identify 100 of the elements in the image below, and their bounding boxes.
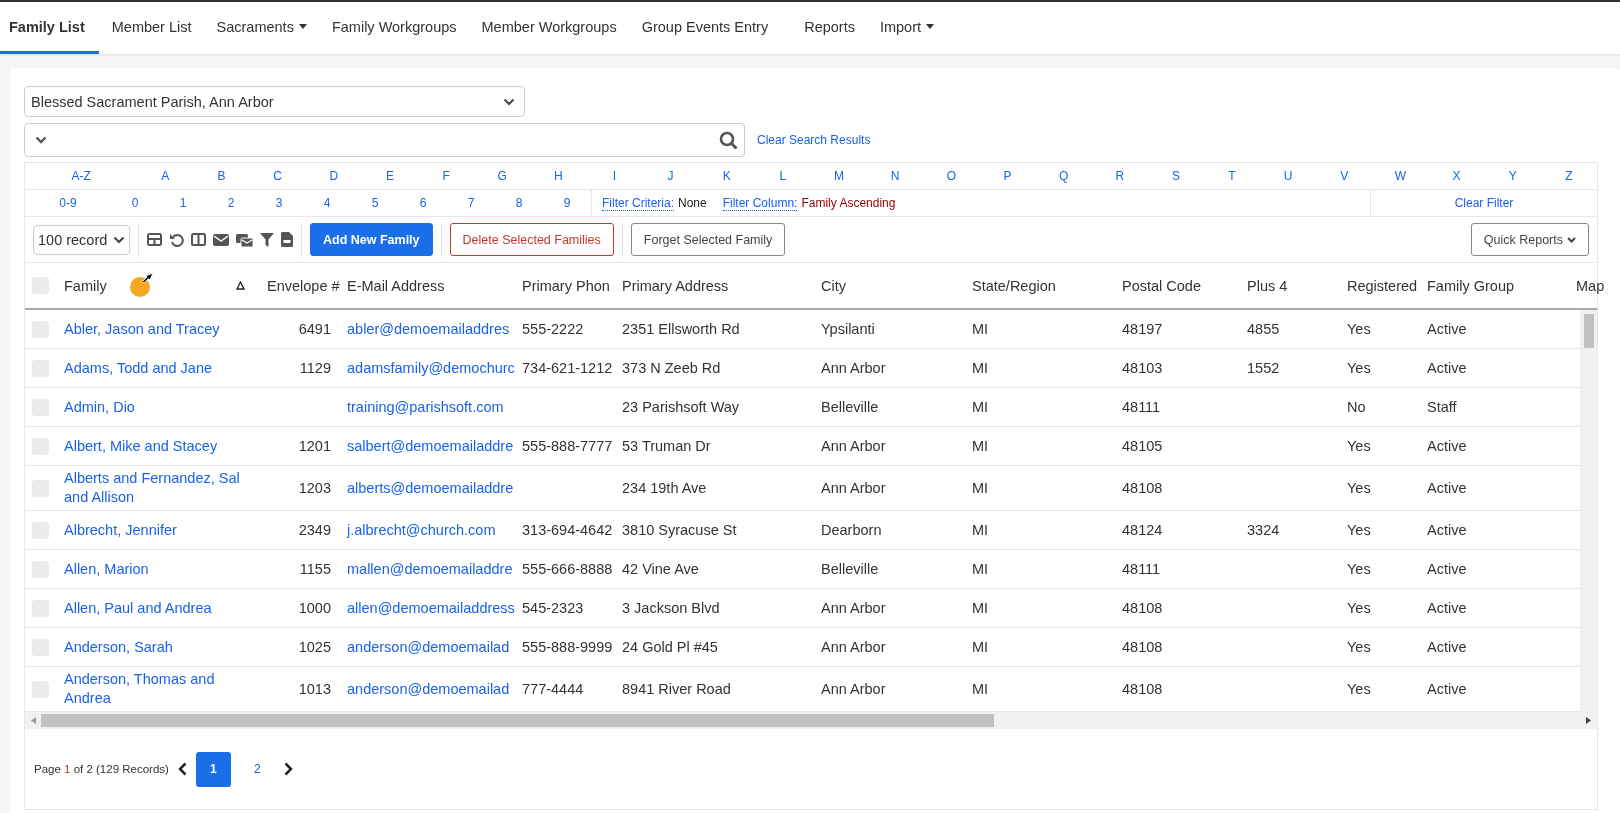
- file-icon[interactable]: [281, 232, 293, 247]
- nav-tab[interactable]: Import: [867, 2, 947, 54]
- page-button[interactable]: 2: [239, 751, 275, 787]
- add-family-button[interactable]: Add New Family: [310, 223, 433, 256]
- letter-filter-link[interactable]: O: [923, 169, 980, 183]
- family-link[interactable]: Allen, Marion: [64, 559, 251, 579]
- email-link[interactable]: salbert@demoemailaddre: [347, 438, 514, 454]
- digit-filter-link[interactable]: 2: [207, 196, 255, 210]
- nav-tab[interactable]: Member List: [99, 2, 204, 54]
- email-link[interactable]: anderson@demoemailad: [347, 639, 510, 655]
- email-link[interactable]: adamsfamily@demochurc: [347, 360, 515, 376]
- column-header[interactable]: Registered: [1347, 277, 1418, 294]
- column-header[interactable]: Family: [64, 277, 107, 294]
- email-link[interactable]: j.albrecht@church.com: [347, 522, 496, 538]
- letter-filter-link[interactable]: W: [1372, 169, 1429, 183]
- digit-filter-link[interactable]: 3: [255, 196, 303, 210]
- filter-column-link[interactable]: Filter Column:: [722, 195, 798, 211]
- email-link[interactable]: alberts@demoemailaddre: [347, 480, 514, 496]
- family-link[interactable]: Albrecht, Jennifer: [64, 520, 251, 540]
- digit-filter-link[interactable]: 8: [495, 196, 543, 210]
- letter-filter-link[interactable]: L: [754, 169, 811, 183]
- email-link[interactable]: mallen@demoemailaddre: [347, 561, 513, 577]
- parish-select[interactable]: Blessed Sacrament Parish, Ann Arbor: [24, 86, 525, 117]
- letter-filter-link[interactable]: R: [1091, 169, 1148, 183]
- search-icon[interactable]: [719, 130, 738, 150]
- search-field[interactable]: [24, 123, 745, 157]
- letter-filter-link[interactable]: S: [1147, 169, 1204, 183]
- email-link[interactable]: training@parishsoft.com: [347, 399, 504, 415]
- family-link[interactable]: Alberts and Fernandez, Sal and Allison: [64, 469, 251, 507]
- sort-icon[interactable]: [236, 281, 245, 290]
- letter-filter-link[interactable]: G: [474, 169, 531, 183]
- column-header[interactable]: Family Group: [1427, 277, 1515, 294]
- family-link[interactable]: Allen, Paul and Andrea: [64, 598, 251, 618]
- nav-tab[interactable]: Group Events Entry: [629, 2, 781, 54]
- digit-filter-link[interactable]: 1: [159, 196, 207, 210]
- mail-icon[interactable]: [213, 233, 229, 246]
- quick-reports-button[interactable]: Quick Reports: [1470, 223, 1589, 256]
- letter-filter-link[interactable]: N: [867, 169, 924, 183]
- nav-tab[interactable]: Member Workgroups: [469, 2, 629, 54]
- nav-tab[interactable]: Family Workgroups: [319, 2, 469, 54]
- nav-tab[interactable]: Family List: [0, 2, 99, 54]
- column-header[interactable]: Plus 4: [1247, 277, 1288, 294]
- table-icon[interactable]: [147, 233, 162, 246]
- next-page-icon[interactable]: [283, 762, 293, 776]
- family-link[interactable]: Admin, Dio: [64, 397, 251, 417]
- letter-filter-link[interactable]: A-Z: [25, 169, 138, 183]
- digit-filter-link[interactable]: 0: [111, 196, 159, 210]
- family-link[interactable]: Anderson, Thomas and Andrea: [64, 670, 251, 708]
- letter-filter-link[interactable]: K: [698, 169, 755, 183]
- clear-filter-link[interactable]: Clear Filter: [1454, 196, 1514, 210]
- digit-filter-link[interactable]: 9: [543, 196, 591, 210]
- email-link[interactable]: allen@demoemailaddress: [347, 600, 515, 616]
- digit-filter-link[interactable]: 4: [303, 196, 351, 210]
- digit-filter-link[interactable]: 7: [447, 196, 495, 210]
- family-link[interactable]: Adams, Todd and Jane: [64, 358, 251, 378]
- letter-filter-link[interactable]: D: [305, 169, 362, 183]
- previous-page-icon[interactable]: [177, 762, 187, 776]
- letter-filter-link[interactable]: C: [249, 169, 306, 183]
- letter-filter-link[interactable]: Y: [1484, 169, 1541, 183]
- letter-filter-link[interactable]: I: [586, 169, 643, 183]
- column-header[interactable]: State/Region: [972, 277, 1056, 294]
- letter-filter-link[interactable]: M: [810, 169, 868, 183]
- clear-search-link[interactable]: Clear Search Results: [757, 133, 871, 147]
- letter-filter-link[interactable]: P: [979, 169, 1036, 183]
- letter-filter-link[interactable]: B: [193, 169, 250, 183]
- mail-stack-icon[interactable]: [236, 232, 253, 247]
- column-header[interactable]: Primary Address: [622, 277, 729, 294]
- column-header[interactable]: City: [821, 277, 846, 294]
- undo-icon[interactable]: [169, 232, 184, 247]
- column-header[interactable]: Envelope #: [267, 277, 340, 294]
- letter-filter-link[interactable]: U: [1260, 169, 1317, 183]
- letter-filter-link[interactable]: E: [361, 169, 418, 183]
- column-header[interactable]: Primary Phon: [522, 277, 610, 294]
- letter-filter-link[interactable]: T: [1203, 169, 1261, 183]
- vertical-scrollbar[interactable]: [1580, 310, 1597, 712]
- letter-filter-link[interactable]: Q: [1035, 169, 1092, 183]
- columns-icon[interactable]: [191, 233, 206, 246]
- digit-filter-link[interactable]: 0-9: [25, 196, 111, 210]
- nav-tab[interactable]: Reports: [792, 2, 867, 54]
- page-size-select[interactable]: 100 record: [33, 224, 130, 255]
- family-link[interactable]: Abler, Jason and Tracey: [64, 319, 251, 339]
- email-link[interactable]: anderson@demoemailad: [347, 681, 510, 697]
- digit-filter-link[interactable]: 6: [399, 196, 447, 210]
- horizontal-scrollbar[interactable]: [25, 712, 1597, 729]
- family-link[interactable]: Anderson, Sarah: [64, 637, 251, 657]
- column-header[interactable]: E-Mail Address: [347, 277, 445, 294]
- filter-criteria-link[interactable]: Filter Criteria:: [602, 195, 674, 211]
- letter-filter-link[interactable]: Z: [1540, 169, 1597, 183]
- email-link[interactable]: abler@demoemailaddres: [347, 321, 510, 337]
- forget-family-button[interactable]: Forget Selected Family: [630, 223, 786, 256]
- column-header[interactable]: Postal Code: [1122, 277, 1201, 294]
- letter-filter-link[interactable]: A: [137, 169, 194, 183]
- letter-filter-link[interactable]: F: [418, 169, 475, 183]
- page-button[interactable]: 1: [195, 751, 231, 787]
- letter-filter-link[interactable]: H: [530, 169, 587, 183]
- column-header[interactable]: Map: [1576, 277, 1605, 294]
- letter-filter-link[interactable]: J: [642, 169, 699, 183]
- delete-families-button[interactable]: Delete Selected Families: [449, 223, 614, 256]
- filter-icon[interactable]: [260, 232, 274, 247]
- digit-filter-link[interactable]: 5: [351, 196, 399, 210]
